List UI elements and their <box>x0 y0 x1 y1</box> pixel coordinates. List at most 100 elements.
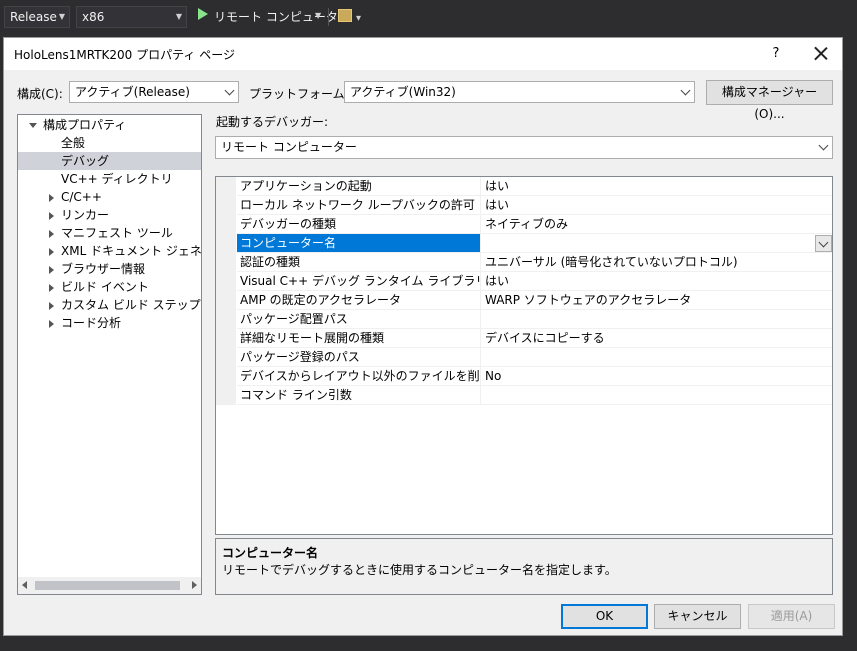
tree-item[interactable]: ビルド イベント <box>18 278 201 296</box>
close-icon[interactable] <box>809 42 833 66</box>
row-gutter <box>216 310 236 329</box>
property-name: コンピューター名 <box>237 234 480 253</box>
chevron-down-icon <box>224 85 235 96</box>
platform-select-value: アクティブ(Win32) <box>350 85 456 99</box>
property-row[interactable]: 認証の種類 ユニバーサル (暗号化されていないプロトコル) <box>216 253 832 272</box>
description-panel: コンピューター名 リモートでデバッグするときに使用するコンピューター名を指定しま… <box>215 538 833 595</box>
property-name: コマンド ライン引数 <box>237 386 480 405</box>
debugger-select[interactable]: リモート コンピューター <box>215 136 833 159</box>
solution-config-value: Release <box>10 10 57 24</box>
browser-link-icon[interactable] <box>338 9 352 22</box>
ok-button[interactable]: OK <box>561 604 648 629</box>
config-label: 構成(C): <box>17 87 63 101</box>
dialog-titlebar: HoloLens1MRTK200 プロパティ ページ ? <box>4 38 842 70</box>
row-gutter <box>216 253 236 272</box>
property-row[interactable]: デバッガーの種類 ネイティブのみ <box>216 215 832 234</box>
property-row[interactable]: AMP の既定のアクセラレータ WARP ソフトウェアのアクセラレータ <box>216 291 832 310</box>
property-value[interactable]: ユニバーサル (暗号化されていないプロトコル) <box>480 253 832 272</box>
tree-item[interactable]: ブラウザー情報 <box>18 260 201 278</box>
chevron-down-icon: ▼ <box>175 12 182 21</box>
scrollbar-thumb[interactable] <box>35 581 180 590</box>
chevron-down-icon: ▼ <box>58 12 65 21</box>
chevron-down-icon <box>680 85 691 96</box>
row-gutter <box>216 386 236 405</box>
tree-item[interactable]: マニフェスト ツール <box>18 224 201 242</box>
row-gutter <box>216 291 236 310</box>
tree-item-selected[interactable]: デバッグ <box>18 152 201 170</box>
property-value[interactable] <box>480 310 832 329</box>
platform-select[interactable]: アクティブ(Win32) <box>344 81 695 103</box>
description-title: コンピューター名 <box>222 546 319 560</box>
config-select[interactable]: アクティブ(Release) <box>69 81 239 103</box>
config-manager-button[interactable]: 構成マネージャー(O)... <box>706 80 833 121</box>
tree-item[interactable]: コード分析 <box>18 314 201 332</box>
expand-arrow-icon[interactable] <box>49 284 54 292</box>
help-button[interactable]: ? <box>766 44 786 64</box>
solution-platform-value: x86 <box>82 10 105 24</box>
property-row[interactable]: Visual C++ デバッグ ランタイム ライブラリの配置 はい <box>216 272 832 291</box>
property-name: 詳細なリモート展開の種類 <box>237 329 480 348</box>
property-grid: アプリケーションの起動 はい ローカル ネットワーク ループバックの許可 はい … <box>215 176 833 535</box>
expand-arrow-icon[interactable] <box>49 212 54 220</box>
tree-item[interactable]: 構成プロパティ <box>18 116 201 134</box>
toolbar-overflow-icon[interactable]: ▾ <box>356 13 361 24</box>
expand-arrow-icon[interactable] <box>49 248 54 256</box>
play-icon[interactable] <box>198 8 208 20</box>
row-gutter <box>216 196 236 215</box>
expand-arrow-icon[interactable] <box>49 230 54 238</box>
property-value[interactable] <box>480 348 832 367</box>
tree-item[interactable]: リンカー <box>18 206 201 224</box>
property-row[interactable]: コマンド ライン引数 <box>216 386 832 405</box>
description-text: リモートでデバッグするときに使用するコンピューター名を指定します。 <box>222 563 617 577</box>
property-value[interactable]: WARP ソフトウェアのアクセラレータ <box>480 291 832 310</box>
property-value[interactable]: ネイティブのみ <box>480 215 832 234</box>
scroll-right-icon[interactable] <box>192 581 197 589</box>
dropdown-button[interactable] <box>815 235 832 252</box>
property-row[interactable]: ローカル ネットワーク ループバックの許可 はい <box>216 196 832 215</box>
row-gutter <box>216 329 236 348</box>
property-value[interactable]: はい <box>480 177 832 196</box>
expand-arrow-icon[interactable] <box>49 302 54 310</box>
property-name: AMP の既定のアクセラレータ <box>237 291 480 310</box>
debugger-label: 起動するデバッガー: <box>216 115 329 129</box>
property-value[interactable]: No <box>480 367 832 386</box>
ide-background <box>0 636 857 651</box>
tree-item[interactable]: VC++ ディレクトリ <box>18 170 201 188</box>
tree-item[interactable]: XML ドキュメント ジェネレーター <box>18 242 201 260</box>
property-value[interactable] <box>480 386 832 405</box>
property-pages-dialog: HoloLens1MRTK200 プロパティ ページ ? 構成(C): アクティ… <box>3 37 843 636</box>
apply-button[interactable]: 適用(A) <box>748 604 835 629</box>
row-gutter <box>216 234 236 253</box>
row-gutter <box>216 215 236 234</box>
dialog-title: HoloLens1MRTK200 プロパティ ページ <box>14 48 235 62</box>
property-name: パッケージ登録のパス <box>237 348 480 367</box>
property-row-selected[interactable]: コンピューター名 <box>216 234 832 253</box>
property-row[interactable]: 詳細なリモート展開の種類 デバイスにコピーする <box>216 329 832 348</box>
horizontal-scrollbar[interactable] <box>18 577 201 594</box>
tree-item[interactable]: 全般 <box>18 134 201 152</box>
solution-config-combo[interactable]: Release ▼ <box>4 6 70 28</box>
property-value[interactable]: はい <box>480 272 832 291</box>
property-row[interactable]: パッケージ配置パス <box>216 310 832 329</box>
vs-toolbar: Release ▼ x86 ▼ リモート コンピューター ▼ ▾ <box>0 0 857 37</box>
expand-arrow-icon[interactable] <box>49 266 54 274</box>
tree-item[interactable]: C/C++ <box>18 188 201 206</box>
run-target-button[interactable]: リモート コンピューター <box>214 8 350 25</box>
row-gutter <box>216 348 236 367</box>
cancel-button[interactable]: キャンセル <box>654 604 741 629</box>
expand-arrow-icon[interactable] <box>49 194 54 202</box>
chevron-down-icon[interactable]: ▼ <box>315 11 321 20</box>
property-value[interactable]: デバイスにコピーする <box>480 329 832 348</box>
property-row[interactable]: パッケージ登録のパス <box>216 348 832 367</box>
expand-arrow-icon[interactable] <box>49 320 54 328</box>
solution-platform-combo[interactable]: x86 ▼ <box>76 6 187 28</box>
property-value-input[interactable] <box>480 234 832 253</box>
property-row[interactable]: アプリケーションの起動 はい <box>216 177 832 196</box>
scroll-left-icon[interactable] <box>22 581 27 589</box>
tree-item[interactable]: カスタム ビルド ステップ <box>18 296 201 314</box>
property-row[interactable]: デバイスからレイアウト以外のファイルを削除する No <box>216 367 832 386</box>
property-name: デバイスからレイアウト以外のファイルを削除する <box>237 367 480 386</box>
property-value[interactable]: はい <box>480 196 832 215</box>
debugger-select-value: リモート コンピューター <box>221 140 357 154</box>
expand-arrow-icon[interactable] <box>29 123 37 128</box>
